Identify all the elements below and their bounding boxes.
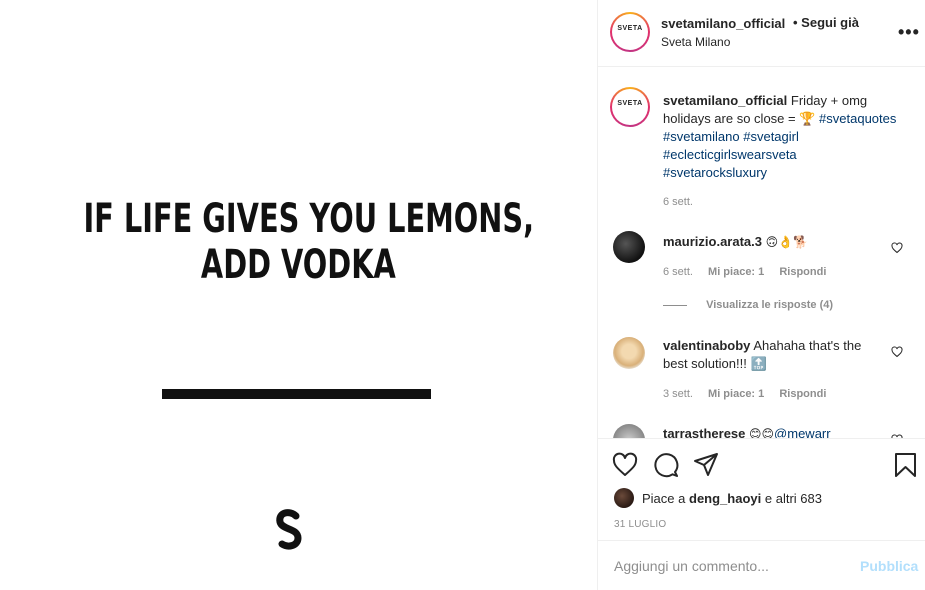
post-date[interactable]: 31 LUGLIO bbox=[614, 519, 666, 530]
quote-line-2: ADD VODKA bbox=[200, 242, 396, 288]
comment-username-link[interactable]: valentinaboby bbox=[663, 338, 750, 353]
reply-button[interactable]: Rispondi bbox=[779, 388, 826, 400]
comment-likes-link[interactable]: Mi piace: 1 bbox=[708, 266, 764, 278]
caption: svetamilano_official Friday + omg holida… bbox=[663, 92, 913, 182]
avatar-logo: SVETA bbox=[617, 25, 643, 32]
likes-text: Piace a deng_haoyi e altri 683 bbox=[642, 491, 822, 506]
comment-avatar[interactable] bbox=[613, 337, 645, 369]
comments-list[interactable]: SVETA svetamilano_official Friday + omg … bbox=[598, 68, 925, 438]
header-username-link[interactable]: svetamilano_official bbox=[661, 16, 785, 31]
comment-text: maurizio.arata.3 🙃👌🐕 bbox=[663, 233, 888, 251]
comment-input[interactable] bbox=[614, 555, 854, 577]
comment-like-heart-icon[interactable] bbox=[891, 346, 903, 358]
mention-link[interactable]: @mewarr bbox=[774, 426, 831, 438]
comment-text: tarrastherese 😊😊@mewarr bbox=[663, 425, 888, 438]
comment-avatar[interactable] bbox=[613, 424, 645, 438]
hashtag-link[interactable]: #svetagirl bbox=[743, 129, 799, 144]
hashtag-link[interactable]: #eclecticgirlswearsveta bbox=[663, 147, 797, 162]
likes-prefix: Piace a bbox=[642, 491, 686, 506]
post-details-panel: SVETA svetamilano_official • Segui già S… bbox=[597, 0, 925, 590]
comment-text: valentinaboby Ahahaha that's the best so… bbox=[663, 337, 888, 373]
paper-plane-icon[interactable] bbox=[693, 452, 719, 478]
caption-username-link[interactable]: svetamilano_official bbox=[663, 93, 787, 108]
view-replies-button[interactable]: Visualizza le risposte (4) bbox=[663, 299, 833, 311]
hashtag-link[interactable]: #svetarocksluxury bbox=[663, 165, 767, 180]
liker-avatar[interactable] bbox=[614, 488, 634, 508]
comment-timestamp[interactable]: 3 sett. bbox=[663, 388, 693, 400]
avatar-logo: SVETA bbox=[617, 100, 643, 107]
hashtag-link[interactable]: #svetaquotes bbox=[819, 111, 896, 126]
likes-suffix[interactable]: e altri 683 bbox=[765, 491, 822, 506]
comment-timestamp[interactable]: 6 sett. bbox=[663, 266, 693, 278]
comment-meta: 6 sett. Mi piace: 1 Rispondi bbox=[663, 266, 838, 278]
quote-line-1: IF LIFE GIVES YOU LEMONS, bbox=[83, 196, 535, 242]
comment-avatar[interactable] bbox=[613, 231, 645, 263]
comment-likes-link[interactable]: Mi piace: 1 bbox=[708, 388, 764, 400]
follow-status-button[interactable]: • Segui già bbox=[793, 15, 859, 30]
comment-meta: 3 sett. Mi piace: 1 Rispondi bbox=[663, 388, 838, 400]
comment-username-link[interactable]: tarrastherese bbox=[663, 426, 745, 438]
publish-button[interactable]: Pubblica bbox=[860, 558, 918, 574]
location-link[interactable]: Sveta Milano bbox=[661, 35, 730, 49]
comment-bubble-icon[interactable] bbox=[653, 452, 679, 478]
quote-text: IF LIFE GIVES YOU LEMONS, ADD VODKA bbox=[83, 196, 535, 288]
caption-timestamp[interactable]: 6 sett. bbox=[663, 196, 693, 208]
liker-username-link[interactable]: deng_haoyi bbox=[689, 491, 761, 506]
divider-bar bbox=[162, 389, 431, 399]
reply-button[interactable]: Rispondi bbox=[779, 266, 826, 278]
add-comment-bar: Pubblica bbox=[598, 540, 925, 590]
comment-body: 😊😊 bbox=[749, 427, 775, 438]
view-replies-label: Visualizza le risposte (4) bbox=[706, 299, 834, 311]
comment-username-link[interactable]: maurizio.arata.3 bbox=[663, 234, 762, 249]
caption-avatar[interactable]: SVETA bbox=[610, 87, 650, 127]
bookmark-icon[interactable] bbox=[893, 452, 919, 478]
comment-like-heart-icon[interactable] bbox=[891, 242, 903, 254]
replies-dash bbox=[663, 304, 687, 306]
comment-body: 🙃👌🐕 bbox=[765, 235, 809, 249]
post-header: SVETA svetamilano_official • Segui già S… bbox=[598, 0, 925, 67]
ellipsis-icon[interactable]: ••• bbox=[898, 22, 920, 43]
heart-icon[interactable] bbox=[612, 452, 638, 478]
avatar[interactable]: SVETA bbox=[610, 12, 650, 52]
post-image[interactable]: IF LIFE GIVES YOU LEMONS, ADD VODKA bbox=[0, 0, 597, 590]
hashtag-link[interactable]: #svetamilano bbox=[663, 129, 740, 144]
post-actions: Piace a deng_haoyi e altri 683 31 LUGLIO bbox=[598, 438, 925, 540]
sveta-s-logo-icon bbox=[276, 509, 302, 550]
